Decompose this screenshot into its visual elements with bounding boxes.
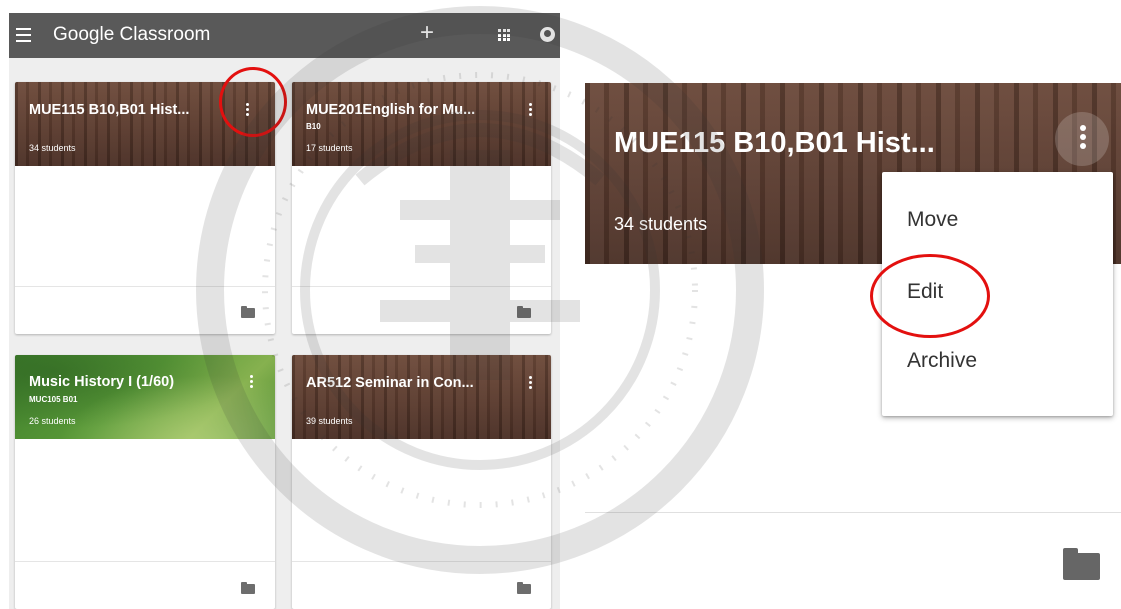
class-card[interactable]: AR512 Seminar in Con... 39 students <box>292 355 551 609</box>
card-divider <box>15 561 275 562</box>
card-divider <box>292 286 551 287</box>
class-card-header[interactable]: MUE201English for Mu... B10 17 students <box>292 82 551 166</box>
folder-icon[interactable] <box>241 306 255 318</box>
menu-item-archive[interactable]: Archive <box>907 349 977 373</box>
folder-icon[interactable] <box>241 582 255 594</box>
card-divider <box>292 561 551 562</box>
class-card[interactable]: MUE201English for Mu... B10 17 students <box>292 82 551 334</box>
highlight-circle <box>870 254 990 338</box>
classroom-window: Google Classroom + MUE115 B10,B01 Hist..… <box>9 13 560 609</box>
class-card-title[interactable]: MUE115 B10,B01 Hist... <box>614 127 935 160</box>
class-card-section: B10 <box>306 122 321 131</box>
more-options-icon[interactable] <box>1079 125 1087 151</box>
screenshot-root: Google Classroom + MUE115 B10,B01 Hist..… <box>0 0 1121 609</box>
class-card-section: MUC105 B01 <box>29 395 78 404</box>
class-card-title[interactable]: MUE115 B10,B01 Hist... <box>29 102 224 118</box>
more-options-icon[interactable] <box>527 103 533 117</box>
card-divider <box>15 286 275 287</box>
folder-icon[interactable] <box>1063 548 1100 580</box>
folder-icon[interactable] <box>517 582 531 594</box>
class-card-students: 34 students <box>614 214 708 234</box>
class-card-students: 17 students <box>306 143 353 153</box>
folder-icon[interactable] <box>517 306 531 318</box>
class-card-title[interactable]: MUE201English for Mu... <box>306 102 511 118</box>
class-card-students: 26 students <box>29 416 76 426</box>
card-divider <box>585 512 1121 513</box>
apps-grid-icon[interactable] <box>498 29 510 41</box>
class-card[interactable]: Music History I (1/60) MUC105 B01 26 stu… <box>15 355 275 609</box>
class-card-title[interactable]: Music History I (1/60) <box>29 374 239 390</box>
top-app-bar: Google Classroom + <box>9 13 560 58</box>
class-card-header[interactable]: AR512 Seminar in Con... 39 students <box>292 355 551 439</box>
class-card-students: 39 students <box>306 416 353 426</box>
highlight-circle <box>219 67 287 137</box>
more-options-icon[interactable] <box>248 375 254 389</box>
plus-icon[interactable]: + <box>420 21 434 45</box>
class-card-students: 34 students <box>29 143 76 153</box>
zoomed-class-card: MUE115 B10,B01 Hist... 34 students Move … <box>585 80 1121 609</box>
app-title: Google Classroom <box>53 24 211 45</box>
class-card-header[interactable]: Music History I (1/60) MUC105 B01 26 stu… <box>15 355 275 439</box>
more-options-icon[interactable] <box>527 376 533 390</box>
account-icon[interactable] <box>540 27 555 42</box>
hamburger-menu-icon[interactable] <box>16 28 31 42</box>
menu-item-move[interactable]: Move <box>907 208 958 232</box>
class-card-title[interactable]: AR512 Seminar in Con... <box>306 375 511 391</box>
